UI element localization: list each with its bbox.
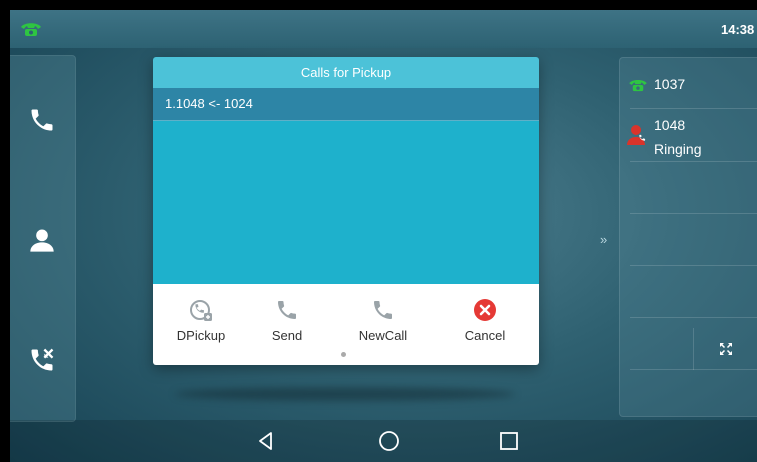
line-key-1037[interactable]: 1037: [620, 58, 757, 108]
page-indicator-dot: [341, 352, 346, 357]
pickup-list-item[interactable]: 1.1048 <- 1024: [153, 88, 539, 121]
line-divider: [630, 265, 757, 266]
line-divider: [630, 161, 757, 162]
cancel-icon: [474, 299, 496, 321]
line-status: Ringing: [654, 141, 702, 157]
line-key-1048[interactable]: 1048 Ringing: [620, 109, 757, 161]
new-call-icon: [374, 301, 392, 319]
clock: 14:38: [721, 22, 755, 37]
directed-pickup-icon: [190, 300, 212, 321]
dpickup-button[interactable]: DPickup: [161, 298, 241, 343]
navigation-bar: [10, 420, 757, 462]
calls-for-pickup-dialog: Calls for Pickup 1.1048 <- 1024 DPickup …: [153, 57, 539, 365]
back-icon[interactable]: [255, 430, 277, 452]
cancel-label: Cancel: [464, 328, 506, 343]
send-button[interactable]: Send: [247, 298, 327, 343]
cancel-button[interactable]: Cancel: [445, 298, 525, 343]
expand-chevron-icon[interactable]: »: [600, 232, 607, 247]
dialog-action-bar: DPickup Send NewCall Cancel: [153, 284, 539, 365]
status-bar: 14:38: [10, 10, 757, 48]
line-divider: [630, 213, 757, 214]
expand-arrows-icon: [720, 343, 732, 355]
phone-icon[interactable]: [28, 106, 56, 134]
left-sidebar: [10, 55, 76, 422]
phone-send-icon: [278, 301, 296, 319]
line-divider: [630, 317, 757, 318]
contact-icon[interactable]: [28, 226, 56, 254]
recent-apps-icon[interactable]: [498, 430, 520, 452]
send-label: Send: [271, 328, 303, 343]
phone-handset-icon: [21, 23, 41, 36]
dialog-shadow: [175, 387, 515, 401]
call-history-icon[interactable]: [28, 346, 56, 374]
ringing-contact-icon: [627, 125, 646, 145]
phone-screen: 14:38 Calls for Pickup 1.1048 <- 1024 DP…: [10, 10, 757, 462]
line-label: 1037: [654, 76, 686, 92]
fullscreen-button[interactable]: [693, 328, 757, 370]
home-icon[interactable]: [378, 430, 400, 452]
pickup-list: 1.1048 <- 1024: [153, 88, 539, 284]
line-label: 1048: [654, 117, 686, 133]
dialog-title: Calls for Pickup: [153, 57, 539, 88]
newcall-button[interactable]: NewCall: [343, 298, 423, 343]
phone-handset-icon: [629, 79, 647, 92]
dpickup-label: DPickup: [176, 328, 226, 343]
newcall-label: NewCall: [358, 328, 408, 343]
